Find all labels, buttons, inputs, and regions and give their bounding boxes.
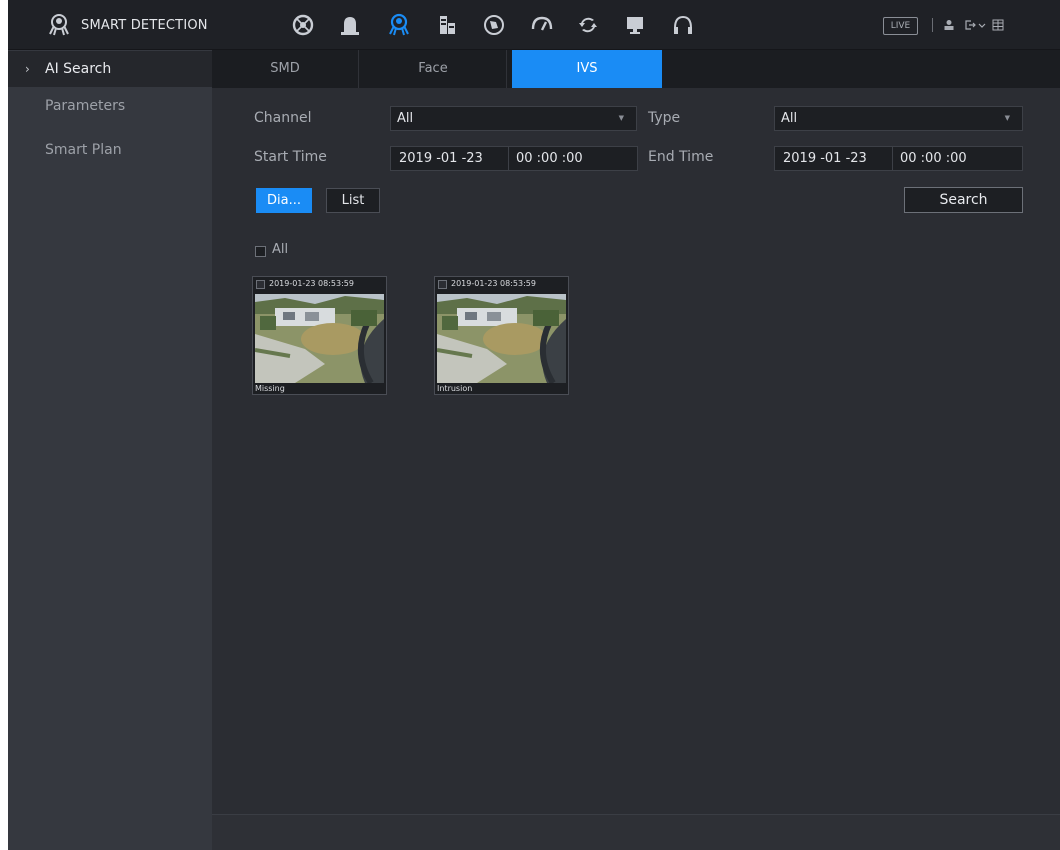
type-select-value: All xyxy=(781,111,798,126)
result-event-label: Intrusion xyxy=(437,384,473,393)
performance-icon[interactable] xyxy=(529,12,555,38)
start-date-value[interactable]: 2019 -01 -23 xyxy=(399,151,483,166)
end-date-value[interactable]: 2019 -01 -23 xyxy=(783,151,867,166)
top-bar: SMART DETECTION LIVE xyxy=(8,0,1060,50)
sidebar-item-label: Smart Plan xyxy=(45,142,122,158)
type-select[interactable]: All ▼ xyxy=(774,106,1023,131)
dropdown-arrow-icon: ▼ xyxy=(1004,114,1010,122)
snapshot-image[interactable] xyxy=(437,294,566,383)
channel-label: Channel xyxy=(254,110,312,126)
end-time-field[interactable]: 2019 -01 -23 00 :00 :00 xyxy=(774,146,1023,171)
search-button[interactable]: Search xyxy=(904,187,1023,213)
channel-select[interactable]: All ▼ xyxy=(390,106,637,131)
sidebar-item-parameters[interactable]: Parameters xyxy=(8,88,212,124)
sidebar-item-label: AI Search xyxy=(45,61,112,77)
tab-ivs[interactable]: IVS xyxy=(512,50,662,88)
chevron-down-icon[interactable] xyxy=(975,18,989,32)
tab-bar: SMD Face IVS xyxy=(212,50,1060,88)
grid-icon[interactable] xyxy=(991,18,1005,32)
select-all-label: All xyxy=(272,242,289,257)
sidebar-item-ai-search[interactable]: › AI Search xyxy=(8,51,212,87)
result-card[interactable]: 2019-01-23 08:53:59 Intrusion xyxy=(434,276,569,395)
backup-icon[interactable] xyxy=(575,12,601,38)
chevron-right-icon: › xyxy=(25,62,30,76)
user-icon[interactable] xyxy=(942,18,956,32)
end-time-label: End Time xyxy=(648,149,714,165)
app-window: SMART DETECTION LIVE › AI Search Paramet… xyxy=(8,0,1060,850)
result-timestamp: 2019-01-23 08:53:59 xyxy=(451,279,536,288)
field-divider xyxy=(892,147,893,170)
dropdown-arrow-icon: ▼ xyxy=(618,114,624,122)
live-button[interactable]: LIVE xyxy=(883,17,918,35)
end-time-value[interactable]: 00 :00 :00 xyxy=(900,147,967,170)
smart-detection-logo-icon xyxy=(46,12,72,38)
snapshot-image[interactable] xyxy=(255,294,384,383)
network-icon[interactable] xyxy=(481,12,507,38)
tab-smd[interactable]: SMD xyxy=(212,50,359,88)
page-title: SMART DETECTION xyxy=(81,17,208,33)
result-checkbox[interactable] xyxy=(256,280,265,289)
sidebar-item-smart-plan[interactable]: Smart Plan xyxy=(8,132,212,168)
brand[interactable]: SMART DETECTION xyxy=(46,0,208,50)
select-all-checkbox[interactable] xyxy=(255,246,266,257)
display-icon[interactable] xyxy=(622,12,648,38)
tab-face[interactable]: Face xyxy=(360,50,507,88)
start-time-value[interactable]: 00 :00 :00 xyxy=(516,147,583,170)
storage-icon[interactable] xyxy=(434,12,460,38)
toolbar-divider xyxy=(932,18,933,32)
type-label: Type xyxy=(648,110,681,126)
audio-icon[interactable] xyxy=(670,12,696,38)
diagram-view-button[interactable]: Dia... xyxy=(256,188,312,213)
result-checkbox[interactable] xyxy=(438,280,447,289)
bottom-bar xyxy=(212,814,1060,850)
sidebar: › AI Search Parameters Smart Plan xyxy=(8,50,212,850)
start-time-field[interactable]: 2019 -01 -23 00 :00 :00 xyxy=(390,146,638,171)
sidebar-item-label: Parameters xyxy=(45,98,126,114)
result-timestamp: 2019-01-23 08:53:59 xyxy=(269,279,354,288)
field-divider xyxy=(508,147,509,170)
list-view-button[interactable]: List xyxy=(326,188,380,213)
alarm-icon[interactable] xyxy=(337,12,363,38)
result-event-label: Missing xyxy=(255,384,285,393)
result-card[interactable]: 2019-01-23 08:53:59 Missing xyxy=(252,276,387,395)
start-time-label: Start Time xyxy=(254,149,327,165)
camera-icon[interactable] xyxy=(290,12,316,38)
smart-search-icon[interactable] xyxy=(386,12,412,38)
channel-select-value: All xyxy=(397,111,414,126)
